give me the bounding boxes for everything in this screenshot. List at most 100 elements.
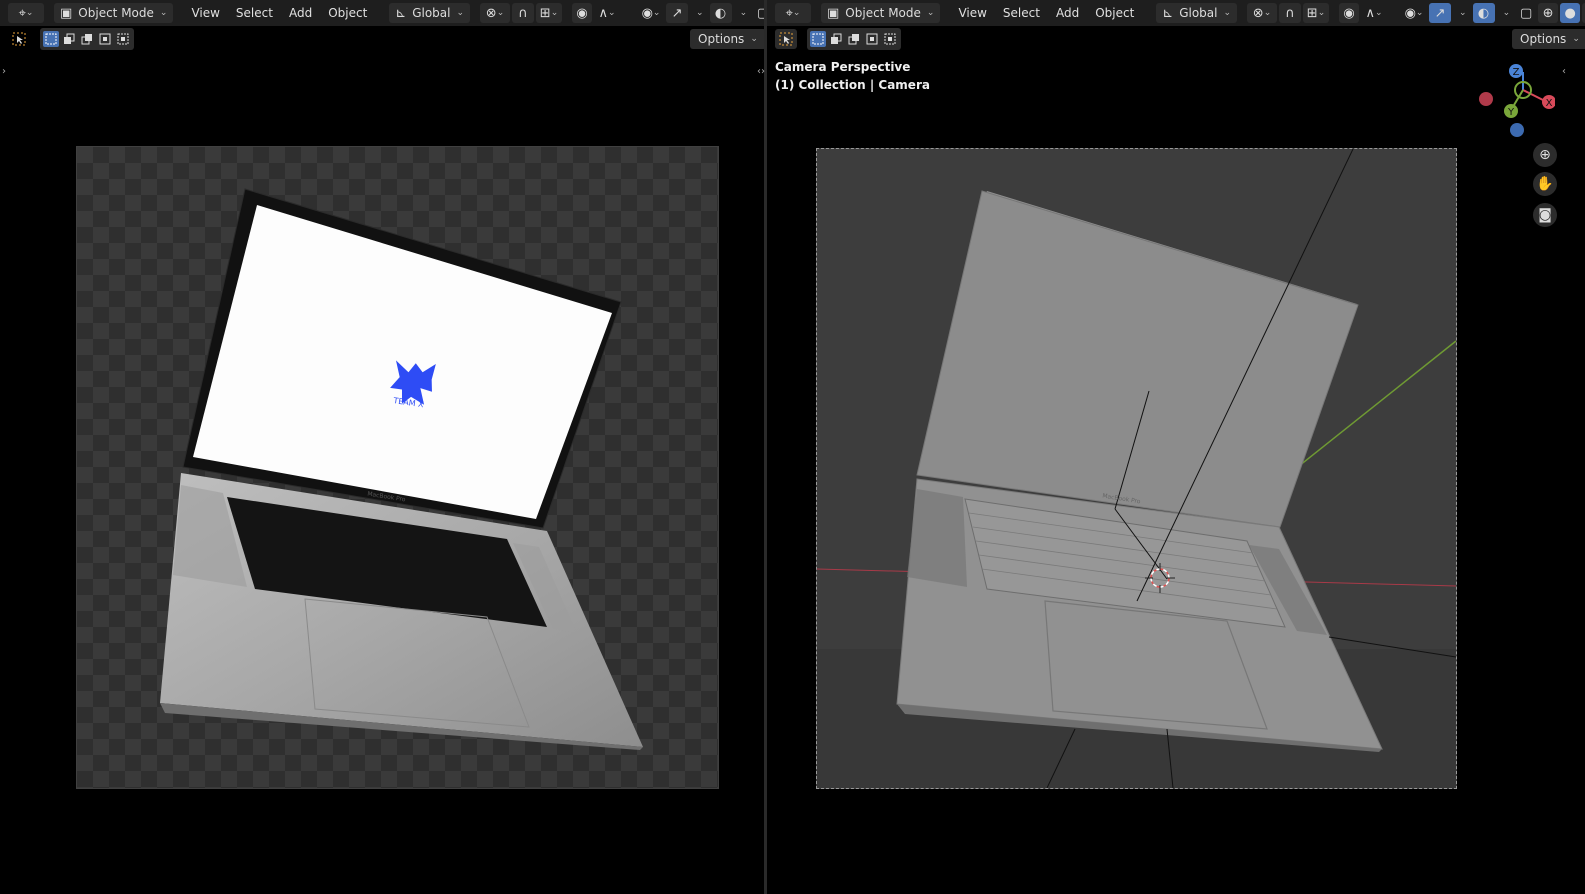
tool-header-right xyxy=(767,26,1585,52)
falloff-button[interactable]: ∧ ⌄ xyxy=(594,3,620,23)
select-intersect-icon xyxy=(884,33,896,45)
eye-icon: ◉ xyxy=(1404,5,1416,21)
orientation-label: Global xyxy=(1179,6,1218,20)
proportional-edit-icon: ◉ xyxy=(1343,5,1355,21)
magnet-icon: ∩ xyxy=(518,5,528,21)
menu-object[interactable]: Object xyxy=(320,3,375,23)
menu-view[interactable]: View xyxy=(183,3,227,23)
select-intersect-icon xyxy=(117,33,129,45)
options-dropdown[interactable]: Options ⌄ xyxy=(690,29,764,49)
gizmo-x-label: X xyxy=(1546,98,1553,109)
xray-toggle[interactable]: ▢ xyxy=(1516,3,1536,23)
mode-label: Object Mode xyxy=(78,6,154,20)
area-split-arrows-icon[interactable]: ‹› xyxy=(757,66,765,77)
visibility-button[interactable]: ◉ ⌄ xyxy=(1401,3,1427,23)
options-dropdown[interactable]: Options ⌄ xyxy=(1512,29,1585,49)
select-extend-button[interactable] xyxy=(61,31,77,47)
menu-select[interactable]: Select xyxy=(995,3,1048,23)
select-new-button[interactable] xyxy=(43,31,59,47)
active-tool-button[interactable] xyxy=(8,29,30,49)
selection-mode-group xyxy=(40,28,134,50)
xray-icon: ▢ xyxy=(1519,5,1533,21)
falloff-button[interactable]: ∧ ⌄ xyxy=(1361,3,1387,23)
render-preview: TEAM X MacBook Pro xyxy=(76,146,719,789)
menu-view[interactable]: View xyxy=(950,3,994,23)
hand-icon: ✋ xyxy=(1536,176,1554,192)
gizmo-icon: ↗ xyxy=(1434,5,1446,21)
camera-frame: MacBook Pro xyxy=(816,148,1457,789)
proportional-edit-toggle[interactable]: ◉ xyxy=(1339,3,1360,23)
navigation-gizmo[interactable]: Z Y X xyxy=(1475,60,1555,140)
overlay-toggle[interactable]: ◐ xyxy=(709,3,732,23)
object-mode-icon: ▣ xyxy=(60,5,73,21)
magnet-icon: ∩ xyxy=(1285,5,1295,21)
gizmo-neg-x[interactable] xyxy=(1479,92,1493,106)
select-intersect-button[interactable] xyxy=(115,31,131,47)
wireframe-shading-button[interactable]: ⊕ xyxy=(1538,3,1559,23)
select-intersect-button[interactable] xyxy=(882,31,898,47)
gizmo-toggle[interactable]: ↗ xyxy=(666,3,689,23)
solid-shading-button[interactable]: ● xyxy=(1560,3,1581,23)
mode-dropdown[interactable]: ▣ Object Mode ⌄ xyxy=(821,3,941,23)
xray-toggle[interactable]: ▢ xyxy=(753,3,764,23)
gizmo-z-label: Z xyxy=(1513,67,1520,78)
snap-target-icon: ⊞ xyxy=(539,5,551,21)
camera-view-button[interactable]: ◙ xyxy=(1533,203,1557,227)
sidebar-expand-icon[interactable]: › xyxy=(2,66,6,77)
editor-type-button[interactable]: ⌖ ⌄ xyxy=(775,3,811,23)
orientation-dropdown[interactable]: ⊾ Global ⌄ xyxy=(1156,3,1238,23)
select-extend-icon xyxy=(64,33,75,44)
laptop-render: TEAM X MacBook Pro xyxy=(160,188,643,750)
select-subtract-icon xyxy=(81,34,92,45)
select-invert-icon xyxy=(99,33,111,45)
pan-button[interactable]: ✋ xyxy=(1533,172,1557,196)
editor-type-icon: ⌖ xyxy=(785,5,793,21)
orientation-label: Global xyxy=(412,6,451,20)
select-box-icon xyxy=(779,32,793,46)
select-subtract-button[interactable] xyxy=(846,31,862,47)
active-tool-button[interactable] xyxy=(775,29,797,49)
gizmo-neg-z[interactable] xyxy=(1510,123,1524,137)
editor-type-button[interactable]: ⌖ ⌄ xyxy=(8,3,44,23)
mode-dropdown[interactable]: ▣ Object Mode ⌄ xyxy=(54,3,174,23)
select-subtract-button[interactable] xyxy=(79,31,95,47)
wireframe-icon: ⊕ xyxy=(1542,5,1554,21)
viewport-header: ⌖ ⌄ ▣ Object Mode ⌄ View Select Add Objec… xyxy=(0,0,764,26)
visibility-button[interactable]: ◉ ⌄ xyxy=(638,3,664,23)
select-invert-button[interactable] xyxy=(97,31,113,47)
tool-header xyxy=(0,26,764,52)
proportional-edit-toggle[interactable]: ◉ xyxy=(572,3,593,23)
orientation-icon: ⊾ xyxy=(395,5,407,21)
menu-add[interactable]: Add xyxy=(1048,3,1087,23)
menu-select[interactable]: Select xyxy=(228,3,281,23)
falloff-icon: ∧ xyxy=(1365,5,1375,21)
snap-toggle[interactable]: ∩ xyxy=(1279,3,1302,23)
gizmo-toggle[interactable]: ↗ xyxy=(1429,3,1452,23)
menu-add[interactable]: Add xyxy=(281,3,320,23)
orientation-dropdown[interactable]: ⊾ Global ⌄ xyxy=(389,3,471,23)
gizmo-y-label: Y xyxy=(1507,107,1515,118)
pivot-button[interactable]: ⊗ ⌄ xyxy=(480,3,511,23)
snap-target-icon: ⊞ xyxy=(1306,5,1318,21)
snap-target-button[interactable]: ⊞ ⌄ xyxy=(1303,3,1330,23)
snap-target-button[interactable]: ⊞ ⌄ xyxy=(536,3,563,23)
select-extend-icon xyxy=(831,33,842,44)
right-viewport[interactable]: ⌖ ⌄ ▣ Object Mode ⌄ View Select Add Objec… xyxy=(767,0,1585,894)
select-invert-button[interactable] xyxy=(864,31,880,47)
xray-icon: ▢ xyxy=(756,5,764,21)
overlay-icon: ◐ xyxy=(714,5,727,21)
overlay-toggle[interactable]: ◐ xyxy=(1472,3,1495,23)
selection-mode-group xyxy=(807,28,901,50)
zoom-button[interactable]: ⊕ xyxy=(1533,143,1557,167)
pivot-icon: ⊗ xyxy=(1252,5,1264,21)
options-label: Options xyxy=(698,32,745,46)
select-extend-button[interactable] xyxy=(828,31,844,47)
left-viewport[interactable]: ⌖ ⌄ ▣ Object Mode ⌄ View Select Add Objec… xyxy=(0,0,764,894)
menu-object[interactable]: Object xyxy=(1087,3,1142,23)
sidebar-collapse-icon[interactable]: ‹ xyxy=(1562,66,1566,77)
snap-toggle[interactable]: ∩ xyxy=(512,3,535,23)
pivot-button[interactable]: ⊗ ⌄ xyxy=(1247,3,1278,23)
select-new-button[interactable] xyxy=(810,31,826,47)
select-new-icon xyxy=(812,33,824,45)
editor-type-icon: ⌖ xyxy=(18,5,26,21)
